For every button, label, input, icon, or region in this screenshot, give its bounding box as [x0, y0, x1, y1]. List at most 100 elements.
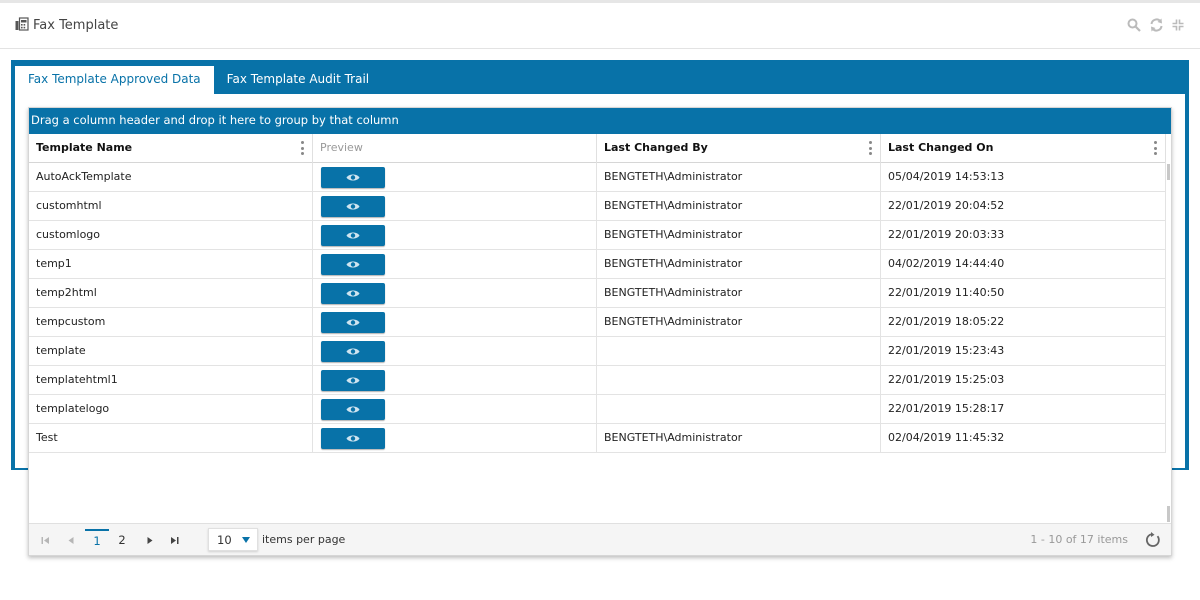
eye-icon — [346, 174, 360, 180]
table-row[interactable]: templatehtml1 22/01/2019 15:25:03 — [29, 366, 1166, 395]
cell-last-changed-on: 22/01/2019 18:05:22 — [881, 308, 1166, 336]
search-icon[interactable] — [1126, 17, 1142, 33]
cell-preview — [313, 250, 597, 278]
prev-page-icon[interactable] — [60, 529, 82, 551]
refresh-icon[interactable] — [1148, 17, 1164, 33]
table-row[interactable]: templatelogo 22/01/2019 15:28:17 — [29, 395, 1166, 424]
table-row[interactable]: tempcustom BENGTETH\Administrator 22/01/… — [29, 308, 1166, 337]
tab-approved-data[interactable]: Fax Template Approved Data — [15, 66, 214, 94]
title-wrap: Fax Template — [15, 17, 118, 34]
compress-icon[interactable] — [1170, 17, 1186, 33]
cell-preview — [313, 308, 597, 336]
preview-button[interactable] — [321, 224, 385, 246]
eye-icon — [346, 290, 360, 296]
table-row[interactable]: customlogo BENGTETH\Administrator 22/01/… — [29, 221, 1166, 250]
column-menu-icon[interactable] — [868, 141, 872, 155]
cell-template-name: AutoAckTemplate — [29, 163, 313, 191]
cell-preview — [313, 279, 597, 307]
cell-last-changed-by: BENGTETH\Administrator — [597, 192, 881, 220]
cell-last-changed-on: 22/01/2019 20:04:52 — [881, 192, 1166, 220]
column-title: Last Changed On — [888, 141, 994, 154]
eye-icon — [346, 232, 360, 238]
next-page-icon[interactable] — [138, 529, 160, 551]
cell-last-changed-by: BENGTETH\Administrator — [597, 250, 881, 278]
table-row[interactable]: temp1 BENGTETH\Administrator 04/02/2019 … — [29, 250, 1166, 279]
last-page-icon[interactable] — [163, 529, 185, 551]
header-tools — [1126, 17, 1186, 33]
cell-preview — [313, 221, 597, 249]
cell-preview — [313, 395, 597, 423]
cell-last-changed-by — [597, 395, 881, 423]
group-drop-area[interactable]: Drag a column header and drop it here to… — [29, 108, 1171, 134]
column-header-template-name[interactable]: Template Name — [29, 134, 313, 163]
cell-last-changed-by: BENGTETH\Administrator — [597, 308, 881, 336]
eye-icon — [346, 377, 360, 383]
table-row[interactable]: temp2html BENGTETH\Administrator 22/01/2… — [29, 279, 1166, 308]
cell-preview — [313, 424, 597, 452]
column-header-last-changed-by[interactable]: Last Changed By — [597, 134, 881, 163]
page-number-2[interactable]: 2 — [110, 529, 134, 551]
page-title: Fax Template — [33, 18, 119, 33]
preview-button[interactable] — [321, 427, 385, 449]
table-row[interactable]: Test BENGTETH\Administrator 02/04/2019 1… — [29, 424, 1166, 453]
page-number-1[interactable]: 1 — [85, 529, 109, 551]
cell-last-changed-by: BENGTETH\Administrator — [597, 279, 881, 307]
preview-button[interactable] — [321, 311, 385, 333]
preview-button[interactable] — [321, 340, 385, 362]
cell-last-changed-on: 02/04/2019 11:45:32 — [881, 424, 1166, 452]
cell-template-name: customlogo — [29, 221, 313, 249]
fax-icon — [15, 17, 29, 34]
cell-last-changed-on: 22/01/2019 15:23:43 — [881, 337, 1166, 365]
cell-template-name: tempcustom — [29, 308, 313, 336]
cell-template-name: templatehtml1 — [29, 366, 313, 394]
eye-icon — [346, 406, 360, 412]
tab-strip: Fax Template Approved Data Fax Template … — [15, 66, 382, 94]
eye-icon — [346, 261, 360, 267]
cell-preview — [313, 192, 597, 220]
column-menu-icon[interactable] — [300, 141, 304, 155]
eye-icon — [346, 319, 360, 325]
table-row[interactable]: template 22/01/2019 15:23:43 — [29, 337, 1166, 366]
cell-last-changed-on: 22/01/2019 11:40:50 — [881, 279, 1166, 307]
eye-icon — [346, 348, 360, 354]
cell-preview — [313, 366, 597, 394]
page-header: Fax Template — [0, 3, 1200, 49]
preview-button[interactable] — [321, 282, 385, 304]
eye-icon — [346, 435, 360, 441]
preview-button[interactable] — [321, 398, 385, 420]
page-size-select[interactable]: 10 — [208, 528, 258, 551]
cell-template-name: customhtml — [29, 192, 313, 220]
cell-last-changed-by: BENGTETH\Administrator — [597, 163, 881, 191]
vertical-scrollbar[interactable] — [1165, 134, 1171, 524]
cell-last-changed-by: BENGTETH\Administrator — [597, 221, 881, 249]
column-menu-icon[interactable] — [1153, 141, 1157, 155]
cell-last-changed-on: 04/02/2019 14:44:40 — [881, 250, 1166, 278]
table-row[interactable]: AutoAckTemplate BENGTETH\Administrator 0… — [29, 163, 1166, 192]
preview-button[interactable] — [321, 195, 385, 217]
scrollbar-thumb[interactable] — [1167, 506, 1170, 522]
cell-template-name: temp2html — [29, 279, 313, 307]
cell-last-changed-by — [597, 366, 881, 394]
preview-button[interactable] — [321, 253, 385, 275]
preview-button[interactable] — [321, 369, 385, 391]
cell-template-name: template — [29, 337, 313, 365]
column-header-last-changed-on[interactable]: Last Changed On — [881, 134, 1166, 163]
first-page-icon[interactable] — [34, 529, 56, 551]
cell-last-changed-on: 22/01/2019 15:28:17 — [881, 395, 1166, 423]
column-title: Last Changed By — [604, 141, 708, 154]
data-grid: Drag a column header and drop it here to… — [28, 107, 1172, 556]
chevron-down-icon — [242, 537, 250, 543]
cell-last-changed-on: 22/01/2019 20:03:33 — [881, 221, 1166, 249]
grid-header: Template Name Preview Last Changed By La… — [29, 134, 1166, 163]
scrollbar-thumb[interactable] — [1167, 164, 1170, 180]
preview-button[interactable] — [321, 166, 385, 188]
column-title: Preview — [320, 141, 363, 154]
cell-template-name: temp1 — [29, 250, 313, 278]
refresh-icon[interactable] — [1143, 530, 1163, 550]
cell-last-changed-on: 05/04/2019 14:53:13 — [881, 163, 1166, 191]
cell-last-changed-by — [597, 337, 881, 365]
items-per-page-label: items per page — [262, 533, 346, 546]
tab-audit-trail[interactable]: Fax Template Audit Trail — [214, 66, 382, 94]
table-row[interactable]: customhtml BENGTETH\Administrator 22/01/… — [29, 192, 1166, 221]
grid-body: AutoAckTemplate BENGTETH\Administrator 0… — [29, 163, 1166, 523]
